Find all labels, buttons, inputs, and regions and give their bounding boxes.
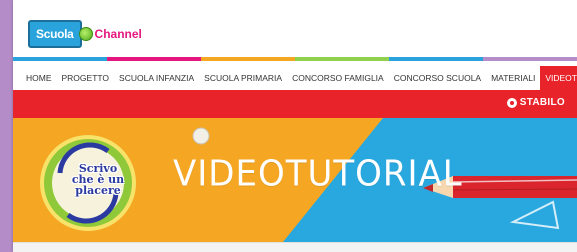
ball-icon	[192, 127, 210, 145]
logo-tv-label: Scuola	[28, 20, 82, 48]
stabilo-label: STABILO	[519, 97, 565, 108]
logo-dot-icon	[78, 27, 93, 41]
nav-item-progetto[interactable]: PROGETTO	[57, 66, 115, 90]
nav-item-concorso-scuola[interactable]: CONCORSO SCUOLA	[389, 66, 486, 90]
stripe-segment	[201, 57, 295, 61]
nav-item-materiali[interactable]: MATERIALI	[486, 66, 540, 90]
stripe-segment	[483, 57, 577, 61]
page: Scuola Channel HOME PROGETTO SCUOLA INFA…	[13, 0, 577, 252]
scuola-channel-logo[interactable]: Scuola Channel	[28, 20, 142, 48]
stabilo-swan-icon	[506, 97, 517, 108]
color-stripe	[13, 57, 577, 61]
nav-item-scuola-infanzia[interactable]: SCUOLA INFANZIA	[114, 66, 199, 90]
badge-text: Scrivo che è un placere	[70, 163, 126, 196]
nav-item-home[interactable]: HOME	[21, 66, 57, 90]
main-nav: HOME PROGETTO SCUOLA INFANZIA SCUOLA PRI…	[13, 66, 577, 90]
stabilo-logo[interactable]: STABILO	[506, 97, 565, 108]
badge-line: placere	[75, 184, 121, 197]
banner-title: VIDEOTUTORIAL	[173, 153, 463, 195]
nav-item-scuola-primaria[interactable]: SCUOLA PRIMARIA	[199, 66, 287, 90]
nav-item-videotutorial[interactable]: VIDEOTUTORIAL	[540, 66, 577, 90]
scrivo-badge: Scrivo che è un placere	[38, 133, 138, 233]
stripe-segment	[107, 57, 201, 61]
videotutorial-banner: Scrivo che è un placere VIDEOTUTORIAL	[13, 118, 577, 242]
nav-item-concorso-famiglia[interactable]: CONCORSO FAMIGLIA	[287, 66, 389, 90]
stripe-segment	[389, 57, 483, 61]
brand-bar: STABILO	[13, 90, 577, 118]
stripe-segment	[295, 57, 389, 61]
logo-channel-label: Channel	[94, 27, 142, 41]
content-area-top	[13, 242, 577, 252]
stripe-segment	[13, 57, 107, 61]
